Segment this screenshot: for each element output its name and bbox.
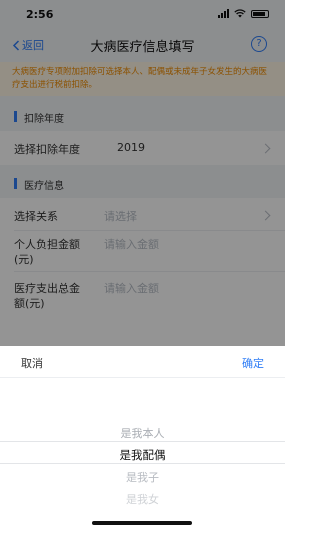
picker-sheet: 取消 确定 是我本人 是我配偶 是我子 是我女: [0, 346, 285, 533]
cancel-button[interactable]: 取消: [21, 355, 43, 371]
picker-option[interactable]: 是我本人: [0, 425, 285, 441]
picker-option[interactable]: 是我女: [0, 491, 285, 507]
picker-option-selected[interactable]: 是我配偶: [0, 447, 285, 463]
confirm-button[interactable]: 确定: [242, 355, 264, 371]
home-indicator: [92, 521, 192, 525]
picker-option[interactable]: 是我子: [0, 469, 285, 485]
phone-screen: 2:56 返回 大病医疗信息填写 ? 大病医疗专项附加扣除可选择本人、配偶或未成…: [0, 0, 285, 533]
picker-selection-line-bottom: [0, 463, 285, 464]
picker-selection-line-top: [0, 441, 285, 442]
picker-header-divider: [0, 377, 285, 378]
